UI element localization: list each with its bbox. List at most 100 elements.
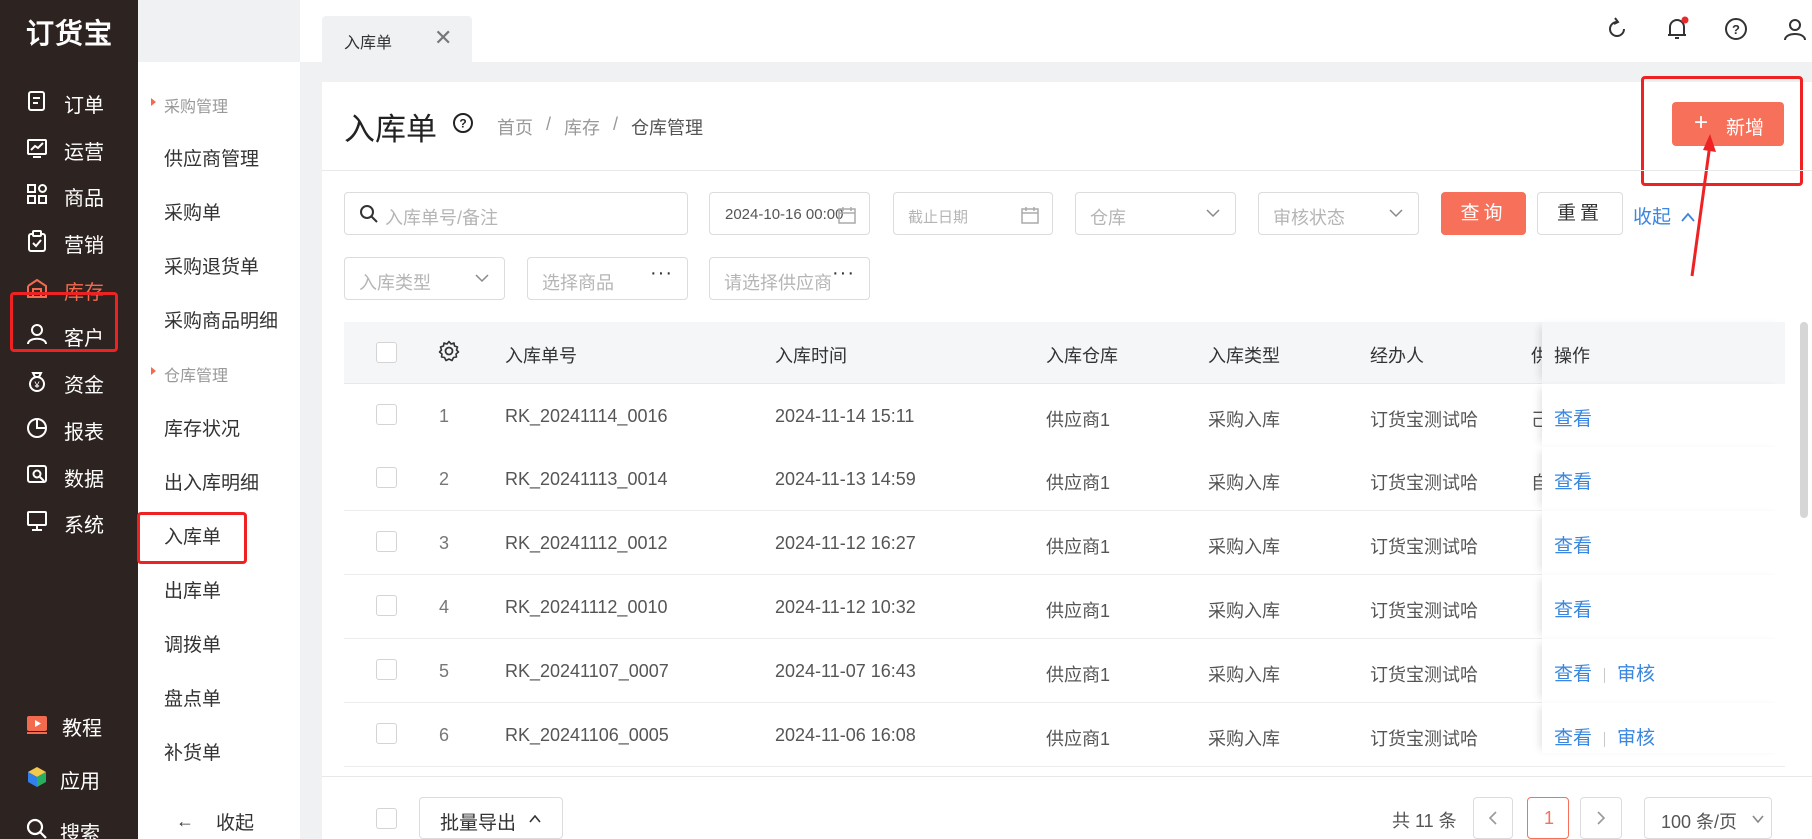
query-button[interactable]: 查询 — [1441, 192, 1526, 235]
view-link[interactable]: 查看 — [1554, 664, 1592, 685]
submenu-item-purchase-order[interactable]: 采购单 — [164, 198, 221, 225]
submenu-group-warehouse: 仓库管理 — [151, 362, 228, 386]
breadcrumb-inventory[interactable]: 库存 — [564, 114, 600, 140]
handler-cell: 订货宝测试哈 — [1370, 410, 1478, 430]
submenu-item-purchase-detail[interactable]: 采购商品明细 — [164, 306, 278, 333]
audit-placeholder: 审核状态 — [1273, 208, 1345, 228]
view-link[interactable]: 查看 — [1554, 409, 1592, 430]
refresh-icon[interactable] — [1604, 16, 1630, 42]
main-nav: 订货宝 订单 运营 商品 营销 库存 客户 ¥ 资金 报表 数据 系统 教程 应… — [0, 0, 138, 839]
nav-item-apps[interactable]: 应用 — [0, 751, 138, 803]
chevron-up-icon — [1681, 212, 1695, 222]
money-icon: ¥ — [29, 372, 45, 392]
nav-item-label: 订单 — [64, 95, 104, 117]
ops-cell: 查看 — [1542, 447, 1785, 511]
reset-button[interactable]: 重置 — [1537, 192, 1623, 235]
column-header: 经办人 — [1370, 346, 1424, 366]
prev-page-button[interactable] — [1473, 797, 1513, 839]
audit-link[interactable]: 审核 — [1617, 664, 1655, 685]
type-cell: 采购入库 — [1208, 729, 1280, 749]
pie-icon — [27, 418, 47, 438]
cube-icon — [28, 767, 46, 787]
warehouse-select[interactable]: 仓库 — [1075, 192, 1236, 235]
submenu-item-stock-status[interactable]: 库存状况 — [164, 414, 240, 441]
user-icon[interactable] — [1782, 16, 1808, 42]
nav-item-label: 教程 — [62, 718, 102, 740]
next-page-button[interactable] — [1580, 797, 1622, 839]
row-index: 1 — [439, 406, 450, 426]
view-link[interactable]: 查看 — [1554, 600, 1592, 621]
view-link[interactable]: 查看 — [1554, 536, 1592, 557]
submenu-item-io-detail[interactable]: 出入库明细 — [164, 468, 259, 495]
help-icon[interactable]: ? — [1723, 16, 1749, 42]
close-icon[interactable]: ✕ — [434, 25, 452, 51]
nav-item-marketing[interactable]: 营销 — [0, 215, 138, 267]
nav-item-funds[interactable]: ¥ 资金 — [0, 355, 138, 407]
select-all-checkbox[interactable] — [376, 342, 397, 363]
grid-icon — [27, 184, 47, 204]
search-icon — [26, 818, 47, 839]
batch-export-button[interactable]: 批量导出 — [419, 797, 563, 839]
row-checkbox[interactable] — [376, 531, 397, 552]
end-date-field[interactable]: 截止日期 — [893, 192, 1053, 235]
order-number: RK_20241106_0005 — [505, 725, 669, 745]
nav-item-operation[interactable]: 运营 — [0, 122, 138, 174]
footer-select-all-checkbox[interactable] — [376, 808, 397, 829]
submenu-item-purchase-return[interactable]: 采购退货单 — [164, 252, 259, 279]
warehouse-cell: 供应商1 — [1046, 601, 1111, 621]
search-icon — [360, 205, 378, 223]
row-checkbox[interactable] — [376, 467, 397, 488]
row-checkbox[interactable] — [376, 723, 397, 744]
tab-inbound[interactable]: 入库单 ✕ — [322, 16, 472, 62]
row-checkbox[interactable] — [376, 404, 397, 425]
breadcrumb-home[interactable]: 首页 — [497, 114, 533, 140]
ops-cell: 查看 审核 — [1542, 639, 1785, 703]
nav-item-system[interactable]: 系统 — [0, 495, 138, 547]
nav-item-tutorial[interactable]: 教程 — [0, 698, 138, 750]
nav-item-product[interactable]: 商品 — [0, 168, 138, 220]
order-number: RK_20241107_0007 — [505, 661, 669, 681]
row-index: 3 — [439, 533, 450, 553]
nav-item-order[interactable]: 订单 — [0, 75, 138, 127]
submenu-item-stocktake[interactable]: 盘点单 — [164, 684, 221, 711]
submenu-item-transfer[interactable]: 调拨单 — [164, 630, 221, 657]
audit-link[interactable]: 审核 — [1617, 728, 1655, 749]
nav-item-label: 商品 — [64, 188, 104, 210]
breadcrumb-current: 仓库管理 — [631, 118, 703, 138]
page-size-select[interactable]: 100 条/页 — [1644, 797, 1772, 839]
nav-item-data[interactable]: 数据 — [0, 449, 138, 501]
submenu-collapse-button[interactable]: ← 收起 — [176, 808, 254, 835]
nav-item-report[interactable]: 报表 — [0, 402, 138, 454]
warehouse-cell: 供应商1 — [1046, 729, 1111, 749]
svg-text:?: ? — [459, 117, 466, 131]
audit-status-select[interactable]: 审核状态 — [1258, 192, 1419, 235]
column-header: 入库单号 — [505, 346, 577, 366]
page-number: 1 — [1544, 808, 1555, 828]
start-date-field[interactable]: 2024-10-16 00:00 — [709, 192, 870, 235]
submenu-item-supplier[interactable]: 供应商管理 — [164, 144, 259, 171]
gear-icon[interactable] — [438, 340, 460, 362]
row-checkbox[interactable] — [376, 595, 397, 616]
view-link[interactable]: 查看 — [1554, 472, 1592, 493]
submenu-item-replenish[interactable]: 补货单 — [164, 738, 221, 765]
product-select[interactable]: 选择商品 ··· — [527, 257, 688, 300]
view-link[interactable]: 查看 — [1554, 728, 1592, 749]
ops-header-cell: 操作 — [1542, 322, 1785, 384]
inbound-type-select[interactable]: 入库类型 — [344, 257, 505, 300]
collapse-filters-link[interactable]: 收起 — [1633, 202, 1696, 229]
help-icon[interactable]: ? — [452, 112, 474, 134]
submenu-item-outbound[interactable]: 出库单 — [164, 576, 221, 603]
table-scrollbar[interactable] — [1800, 322, 1808, 518]
nav-item-label: 营销 — [64, 235, 104, 257]
ops-cell: 查看 审核 — [1542, 703, 1785, 753]
bell-icon[interactable] — [1664, 16, 1690, 42]
supplier-select[interactable]: 请选择供应商 ··· — [709, 257, 870, 300]
nav-item-search[interactable]: 搜索 — [0, 803, 138, 839]
row-index: 5 — [439, 661, 450, 681]
search-input[interactable]: 入库单号/备注 — [344, 192, 688, 235]
row-checkbox[interactable] — [376, 659, 397, 680]
row-index: 2 — [439, 469, 450, 489]
breadcrumb-separator: / — [546, 114, 552, 134]
row-index: 4 — [439, 597, 450, 617]
page-button-current[interactable]: 1 — [1527, 797, 1569, 839]
